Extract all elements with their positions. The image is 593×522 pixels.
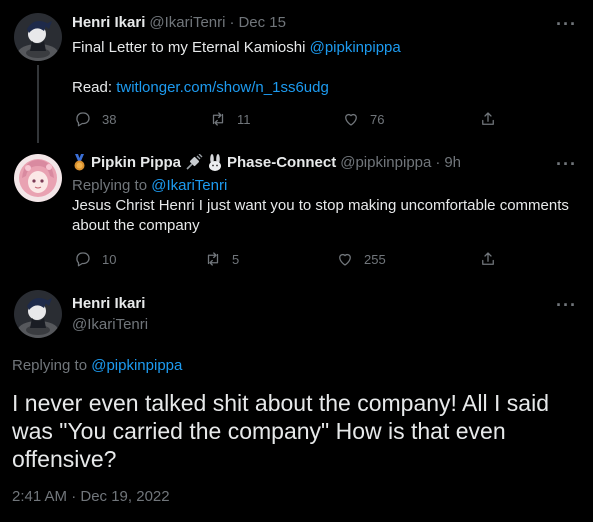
tweet-text-read: Read: twitlonger.com/show/n_1ss6udg: [72, 78, 577, 98]
retweet-count: 5: [232, 251, 240, 267]
author-name[interactable]: Henri Ikari: [72, 14, 145, 31]
like-button[interactable]: 255: [336, 250, 386, 268]
tweet-date[interactable]: 9h: [444, 154, 461, 171]
reply-icon: [76, 252, 90, 267]
replying-to-label: Replying to: [72, 177, 152, 194]
replying-to-handle[interactable]: @IkariTenri: [151, 177, 227, 194]
tweet-text-body: Final Letter to my Eternal Kamioshi: [72, 39, 310, 56]
avatar-pippa[interactable]: [14, 154, 62, 202]
more-options-button[interactable]: ···: [556, 295, 577, 316]
share-button[interactable]: [479, 250, 497, 268]
tweet-pippa-reply[interactable]: Pipkin Pippa Phase-Connect @pipkinpippa …: [0, 142, 593, 282]
avatar-henri[interactable]: [14, 13, 62, 61]
avatar-henri[interactable]: [14, 290, 62, 338]
retweet-icon: [212, 112, 224, 126]
reply-icon: [76, 112, 90, 127]
author-handle-row: @IkariTenri: [72, 316, 148, 333]
mention-link[interactable]: @pipkinpippa: [310, 39, 401, 56]
plug-icon: [185, 153, 203, 171]
share-icon: [482, 252, 494, 265]
reply-count: 10: [102, 251, 117, 267]
tweet-text: Jesus Christ Henri I just want you to st…: [72, 197, 569, 234]
retweet-button[interactable]: 11: [209, 110, 251, 128]
heart-icon: [339, 253, 351, 266]
tweet-henri-letter[interactable]: Henri Ikari @IkariTenri · Dec 15 ··· Fin…: [0, 0, 593, 143]
tweet-header: Pipkin Pippa Phase-Connect @pipkinpippa …: [72, 153, 461, 171]
retweet-button[interactable]: 5: [204, 250, 239, 268]
like-count: 76: [370, 111, 385, 127]
heart-icon: [345, 113, 357, 126]
share-button[interactable]: [479, 110, 497, 128]
separator: ·: [435, 154, 441, 171]
author-name-row: Henri Ikari: [72, 295, 145, 312]
author-name-suffix[interactable]: Phase-Connect: [227, 154, 336, 171]
author-name[interactable]: Henri Ikari: [72, 295, 145, 312]
author-name[interactable]: Pipkin Pippa: [91, 154, 181, 171]
thread-line: [37, 65, 39, 143]
author-handle[interactable]: @pipkinpippa: [340, 154, 431, 171]
separator: ·: [229, 14, 235, 31]
tweet-actions: 10 5 255: [72, 250, 502, 270]
reply-button[interactable]: 38: [74, 110, 116, 128]
read-label: Read:: [72, 79, 117, 96]
rabbit-icon: [207, 154, 223, 171]
retweet-icon: [207, 252, 219, 266]
retweet-count: 11: [237, 111, 251, 127]
like-count: 255: [364, 251, 386, 267]
twitlonger-link[interactable]: twitlonger.com/show/n_1ss6udg: [116, 79, 329, 96]
replying-to: Replying to @IkariTenri: [72, 176, 577, 196]
reply-count: 38: [102, 111, 117, 127]
reply-button[interactable]: 10: [74, 250, 116, 268]
tweet-text: Final Letter to my Eternal Kamioshi @pip…: [72, 38, 577, 58]
replying-to-handle[interactable]: @pipkinpippa: [91, 357, 182, 374]
more-options-button[interactable]: ···: [556, 14, 577, 35]
replying-to-label: Replying to: [12, 357, 92, 374]
more-options-button[interactable]: ···: [556, 154, 577, 175]
tweet-header: Henri Ikari @IkariTenri · Dec 15: [72, 14, 286, 31]
share-icon: [482, 112, 494, 125]
author-handle[interactable]: @IkariTenri: [149, 14, 225, 31]
tweet-henri-focused: Henri Ikari @IkariTenri ··· Replying to …: [0, 282, 593, 522]
like-button[interactable]: 76: [342, 110, 384, 128]
replying-to: Replying to @pipkinpippa: [12, 357, 182, 374]
tweet-text: I never even talked shit about the compa…: [12, 390, 549, 472]
medal-icon: [72, 154, 87, 171]
author-handle[interactable]: @IkariTenri: [72, 316, 148, 333]
tweet-date[interactable]: Dec 15: [238, 14, 286, 31]
tweet-actions: 38 11 76: [72, 110, 502, 130]
tweet-timestamp[interactable]: 2:41 AM · Dec 19, 2022: [12, 488, 170, 505]
